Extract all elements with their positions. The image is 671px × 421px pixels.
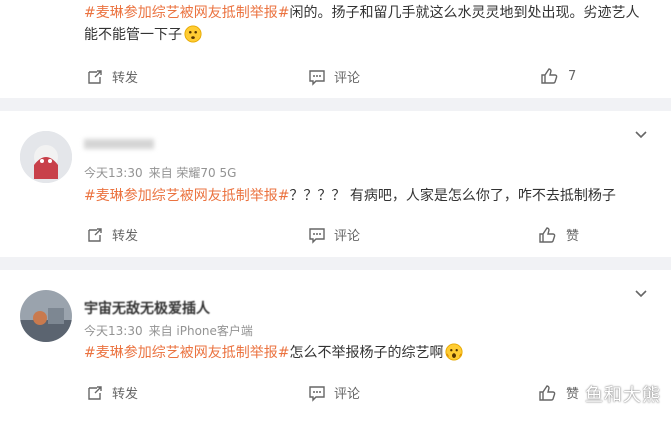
source: 来自 iPhone客户端	[148, 324, 253, 338]
watermark: 鱼和大熊	[585, 385, 661, 406]
comment-icon	[309, 227, 325, 244]
hashtag-link[interactable]: #麦琳参加综艺被网友抵制举报#	[84, 345, 289, 361]
comment-card-3: 宇宙无敌无极爱插人 今天13:30 来自 iPhone客户端 #麦琳参加综艺被网友…	[0, 270, 671, 421]
comment-card-2: 今天13:30 来自 荣耀70 5G #麦琳参加综艺被网友抵制举报#？？？？ 有病…	[0, 111, 671, 257]
timestamp: 今天13:30	[84, 324, 143, 338]
timestamp: 今天13:30	[84, 166, 143, 180]
comment-meta: 今天13:30 来自 iPhone客户端	[84, 322, 259, 339]
username[interactable]	[84, 137, 154, 153]
avatar[interactable]	[20, 290, 72, 342]
thumbs-up-icon	[539, 384, 556, 401]
repost-button[interactable]: 转发	[86, 67, 138, 86]
hashtag-link[interactable]: #麦琳参加综艺被网友抵制举报#	[84, 5, 289, 21]
comment-button[interactable]: 评论	[308, 383, 360, 402]
avatar[interactable]	[20, 131, 72, 183]
source: 来自 荣耀70 5G	[148, 166, 237, 180]
repost-icon	[88, 385, 102, 400]
like-button[interactable]: 赞	[538, 383, 579, 402]
avatar-image	[20, 131, 72, 183]
thumbs-up-icon	[539, 226, 556, 243]
comment-button[interactable]: 评论	[308, 67, 360, 86]
username-redacted	[84, 139, 154, 149]
comment-meta: 今天13:30 来自 荣耀70 5G	[84, 164, 242, 181]
repost-icon	[88, 227, 102, 242]
comment-body: #麦琳参加综艺被网友抵制举报#怎么不举报杨子的综艺啊	[84, 342, 644, 364]
comment-body: #麦琳参加综艺被网友抵制举报#？？？？ 有病吧，人家是怎么你了，咋不去抵制杨子	[84, 188, 616, 204]
like-button[interactable]: 赞	[538, 225, 579, 244]
hashtag-link[interactable]: #麦琳参加综艺被网友抵制举报#	[84, 188, 289, 204]
comment-icon	[309, 69, 325, 86]
avatar-image	[20, 290, 72, 342]
repost-button[interactable]: 转发	[86, 383, 138, 402]
comment-icon	[309, 385, 325, 402]
username[interactable]: 宇宙无敌无极爱插人	[84, 298, 210, 318]
like-button[interactable]: 7	[540, 67, 576, 85]
chevron-down-icon[interactable]	[633, 127, 649, 143]
comment-body: #麦琳参加综艺被网友抵制举报#闲的。扬子和留几手就这么水灵灵地到处出现。劣迹艺人…	[84, 5, 640, 43]
comment-button[interactable]: 评论	[308, 225, 360, 244]
thinking-emoji-icon	[184, 25, 202, 43]
thumbs-up-icon	[541, 68, 558, 84]
comment-card-1: #麦琳参加综艺被网友抵制举报#闲的。扬子和留几手就这么水灵灵地到处出现。劣迹艺人…	[0, 0, 671, 98]
shocked-emoji-icon	[445, 343, 464, 361]
repost-button[interactable]: 转发	[86, 225, 138, 244]
chevron-down-icon[interactable]	[633, 286, 649, 302]
repost-icon	[88, 69, 102, 84]
